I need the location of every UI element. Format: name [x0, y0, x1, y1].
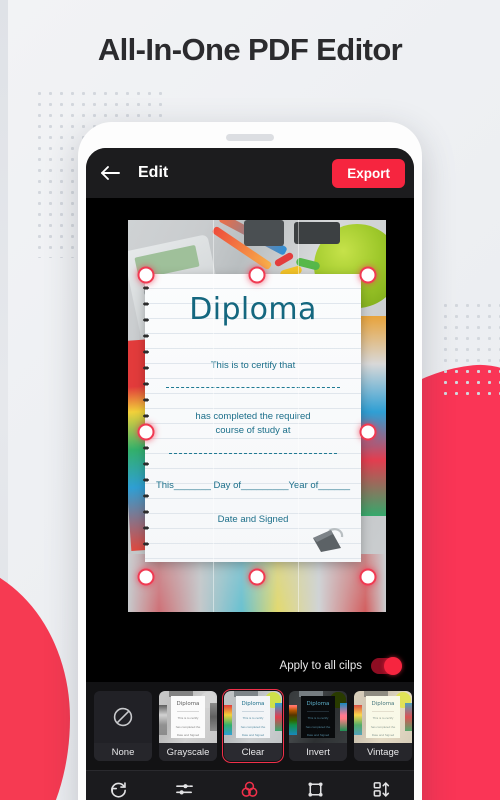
- filter-label-invert: Invert: [289, 743, 347, 761]
- crop-handle-middle-right[interactable]: [359, 423, 377, 441]
- editor-toolbar: Rotat Adjust: [86, 770, 414, 800]
- no-filter-icon: [94, 691, 152, 743]
- filter-strip[interactable]: None Diploma This is to certify has comple…: [86, 682, 414, 770]
- sliders-icon: [175, 780, 194, 799]
- diploma-dashed-rule-1: [166, 386, 340, 388]
- toggle-knob: [384, 657, 402, 675]
- back-arrow-icon[interactable]: [98, 161, 122, 185]
- diploma-line-3: course of study at: [215, 424, 291, 436]
- diploma-title: Diploma: [189, 292, 317, 327]
- crop-handle-top-left[interactable]: [137, 266, 155, 284]
- filter-thumbnail-clear: Diploma This is to certify has completed t…: [224, 691, 282, 743]
- filter-label-vintage: Vintage: [354, 743, 412, 761]
- crop-handle-top-right[interactable]: [359, 266, 377, 284]
- toolbar-item-crop[interactable]: Crop: [283, 780, 349, 800]
- diploma-line-4: This_______ Day of_________Year of______: [155, 480, 351, 492]
- decorative-red-blob-left: [0, 560, 70, 800]
- crop-handle-bottom-center[interactable]: [248, 568, 266, 586]
- filter-circles-icon: [240, 780, 259, 799]
- crop-handle-bottom-right[interactable]: [359, 568, 377, 586]
- diploma-line-2: has completed the required: [195, 410, 311, 422]
- diploma-line-5: Date and Signed: [217, 514, 289, 526]
- phone-speaker: [226, 134, 274, 141]
- desk-object-dark-1: [244, 220, 284, 246]
- filter-label-grayscale: Grayscale: [159, 743, 217, 761]
- diploma-line-1: This is to certify that: [210, 360, 296, 371]
- binder-clip-icon: [313, 528, 344, 552]
- crop-handle-top-center[interactable]: [248, 266, 266, 284]
- page-title: All-In-One PDF Editor: [97, 32, 403, 67]
- desk-object-dark-2: [294, 222, 340, 244]
- phone-screen: Edit Export Diploma This is to certify t…: [86, 148, 414, 800]
- app-title: Edit: [138, 164, 169, 181]
- rotate-icon: [109, 780, 128, 799]
- filter-item-none[interactable]: None: [94, 691, 152, 761]
- crop-icon: [306, 780, 325, 799]
- filter-thumbnail-vintage: Diploma This is to certify has completed t…: [354, 691, 412, 743]
- filter-item-invert[interactable]: Diploma This is to certify has completed t…: [289, 691, 347, 761]
- filter-item-vintage[interactable]: Diploma This is to certify has completed t…: [354, 691, 412, 761]
- apply-to-all-label: Apply to all cilps: [279, 660, 362, 672]
- filter-thumbnail-grayscale: Diploma This is to certify has completed t…: [159, 691, 217, 743]
- toolbar-item-sorting[interactable]: Sorting: [348, 780, 414, 800]
- filter-label-clear: Clear: [224, 743, 282, 761]
- filter-thumbnail-invert: Diploma This is to certify has completed t…: [289, 691, 347, 743]
- filter-label-none: None: [94, 743, 152, 761]
- toolbar-item-filter[interactable]: Filter: [217, 780, 283, 800]
- crop-handle-bottom-left[interactable]: [137, 568, 155, 586]
- filter-item-clear[interactable]: Diploma This is to certify has completed t…: [221, 688, 285, 764]
- colored-folders-right: [360, 316, 386, 516]
- toolbar-item-rotate[interactable]: Rotat: [86, 780, 152, 800]
- sorting-icon: [372, 780, 391, 799]
- diploma-dashed-rule-2: [169, 453, 337, 455]
- apply-to-all-row: Apply to all cilps: [86, 650, 414, 682]
- filter-item-grayscale[interactable]: Diploma This is to certify has completed t…: [159, 691, 217, 761]
- export-button[interactable]: Export: [332, 158, 405, 188]
- app-top-bar: Edit Export: [86, 148, 414, 198]
- crop-handle-middle-left[interactable]: [137, 423, 155, 441]
- editor-canvas[interactable]: Diploma This is to certify that has comp…: [86, 198, 414, 650]
- diploma-paper: Diploma This is to certify that has comp…: [140, 274, 361, 562]
- phone-mockup: Edit Export Diploma This is to certify t…: [78, 122, 422, 800]
- document-photo[interactable]: Diploma This is to certify that has comp…: [128, 220, 386, 612]
- toolbar-item-adjust[interactable]: Adjust: [152, 780, 218, 800]
- decorative-dot-grid-right: [440, 300, 500, 395]
- apply-to-all-toggle[interactable]: [371, 657, 402, 675]
